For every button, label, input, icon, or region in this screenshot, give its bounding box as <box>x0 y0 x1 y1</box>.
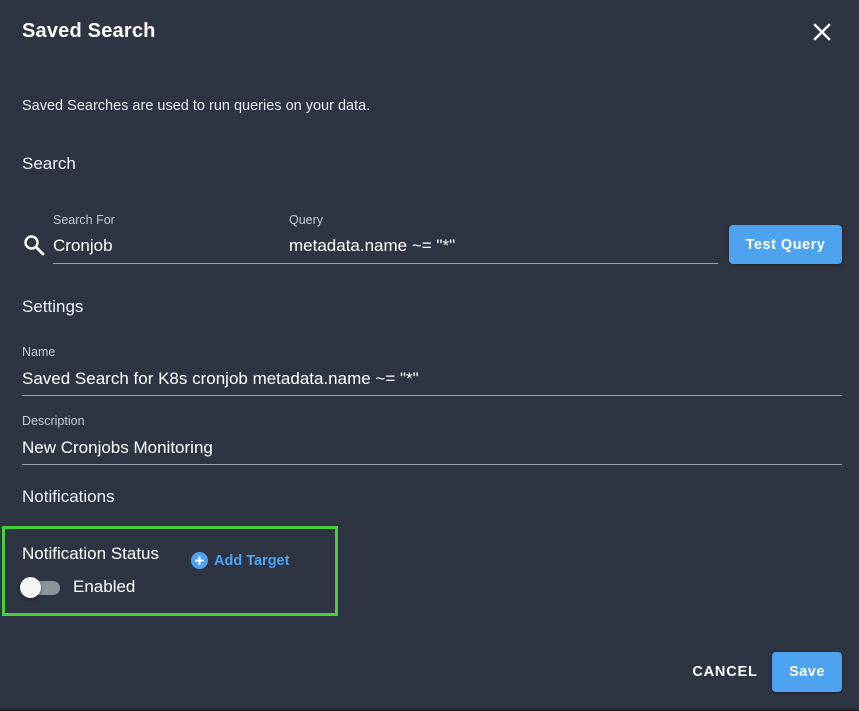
saved-search-dialog: Saved Search Saved Searches are used to … <box>0 0 859 711</box>
description-input[interactable]: New Cronjobs Monitoring <box>22 438 840 462</box>
search-for-underline <box>53 263 281 264</box>
toggle-label: Enabled <box>73 577 136 596</box>
description-underline <box>22 464 842 465</box>
query-input[interactable]: metadata.name ~= "*" <box>289 236 714 260</box>
query-underline <box>281 263 718 264</box>
close-button[interactable] <box>808 18 836 46</box>
search-for-label: Search For <box>53 213 115 227</box>
description-label: Description <box>22 414 85 428</box>
toggle-thumb <box>20 577 41 598</box>
add-target-button[interactable]: Add Target <box>191 552 289 569</box>
notification-status-highlight <box>2 526 338 616</box>
notification-status-label: Notification Status <box>22 544 160 563</box>
search-heading: Search <box>22 154 76 173</box>
notifications-heading: Notifications <box>22 487 115 506</box>
close-icon <box>813 23 831 41</box>
name-input[interactable]: Saved Search for K8s cronjob metadata.na… <box>22 369 840 393</box>
name-underline <box>22 395 842 396</box>
search-for-input[interactable]: Cronjob <box>53 236 278 260</box>
query-label: Query <box>289 213 324 227</box>
search-icon <box>24 235 45 256</box>
plus-circle-icon <box>191 552 208 569</box>
add-target-label: Add Target <box>214 552 290 569</box>
test-query-button[interactable]: Test Query <box>729 225 842 264</box>
save-button[interactable]: Save <box>772 652 842 692</box>
cancel-button[interactable]: CANCEL <box>684 652 766 692</box>
notification-status-toggle[interactable] <box>20 577 62 599</box>
settings-heading: Settings <box>22 297 84 316</box>
dialog-description: Saved Searches are used to run queries o… <box>22 98 371 114</box>
dialog-title: Saved Search <box>22 20 156 42</box>
name-label: Name <box>22 345 56 359</box>
